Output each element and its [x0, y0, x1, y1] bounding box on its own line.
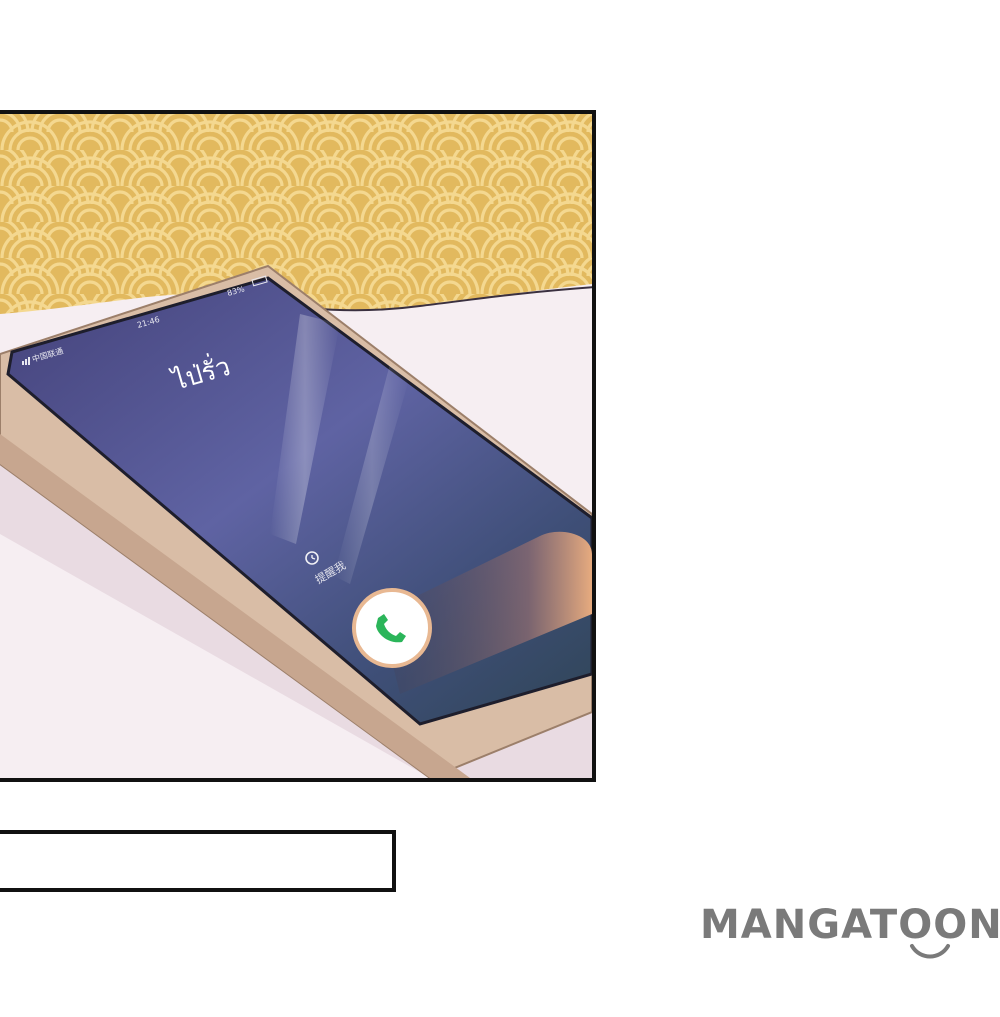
comic-panel: 中国联通 21:46 83% ไป่รั่ว 提醒我 [0, 110, 596, 782]
phone-scene-illustration: 中国联通 21:46 83% ไป่รั่ว 提醒我 [0, 114, 592, 778]
watermark-logo: MANGATOON [700, 902, 1000, 972]
brand-name: MANGATOON [700, 902, 1000, 948]
accept-call-button[interactable] [352, 588, 432, 668]
empty-panel-frame [0, 830, 396, 892]
smile-icon [910, 944, 950, 959]
